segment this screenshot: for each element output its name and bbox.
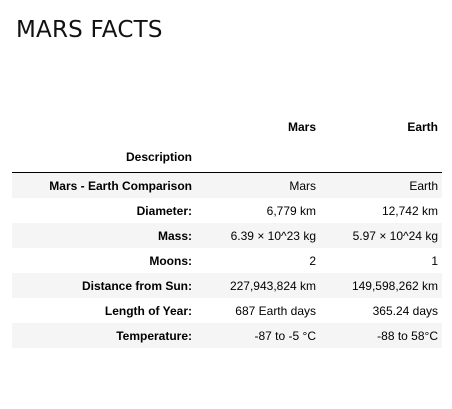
earth-value: 1 [431,253,438,268]
index-header-description: Description [12,142,196,173]
column-header-earth: Earth [407,120,438,134]
index-header-empty-earth [320,142,442,173]
row-label: Temperature: [12,323,196,348]
mars-value: 6.39 × 10^23 kg [196,223,320,248]
mars-value: 687 Earth days [235,303,316,318]
index-header-row: Description [12,142,442,173]
mars-value: 6,779 km [266,203,316,218]
row-label: Moons: [149,253,192,268]
column-header-row: Mars Earth [12,120,442,142]
earth-value: 365.24 days [372,303,438,318]
column-header-mars: Mars [287,120,316,134]
column-header-blank [12,120,196,142]
mars-value: 227,943,824 km [196,273,320,298]
row-label: Mass: [12,223,196,248]
table-row: Mars - Earth Comparison Mars Earth [12,172,442,198]
table-row: Moons: 2 1 [12,248,442,273]
row-label: Distance from Sun: [12,273,196,298]
index-header-empty-mars [196,142,320,173]
table-row: Temperature: -87 to -5 °C -88 to 58°C [12,323,442,348]
row-label: Diameter: [136,203,192,218]
mars-value: Mars [196,172,320,198]
table-row: Length of Year: 687 Earth days 365.24 da… [12,298,442,323]
row-label: Mars - Earth Comparison [12,172,196,198]
row-label: Length of Year: [104,303,192,318]
mars-value: 2 [309,253,316,268]
earth-value: 149,598,262 km [320,273,442,298]
mars-earth-comparison-table: Mars Earth Description Mars - Earth Comp… [12,120,442,348]
earth-value: Earth [320,172,442,198]
mars-value: -87 to -5 °C [196,323,320,348]
table-row: Distance from Sun: 227,943,824 km 149,59… [12,273,442,298]
table-row: Mass: 6.39 × 10^23 kg 5.97 × 10^24 kg [12,223,442,248]
table-row: Diameter: 6,779 km 12,742 km [12,198,442,223]
earth-value: 12,742 km [381,203,438,218]
earth-value: -88 to 58°C [320,323,442,348]
earth-value: 5.97 × 10^24 kg [320,223,442,248]
page-title: MARS FACTS [16,17,163,43]
